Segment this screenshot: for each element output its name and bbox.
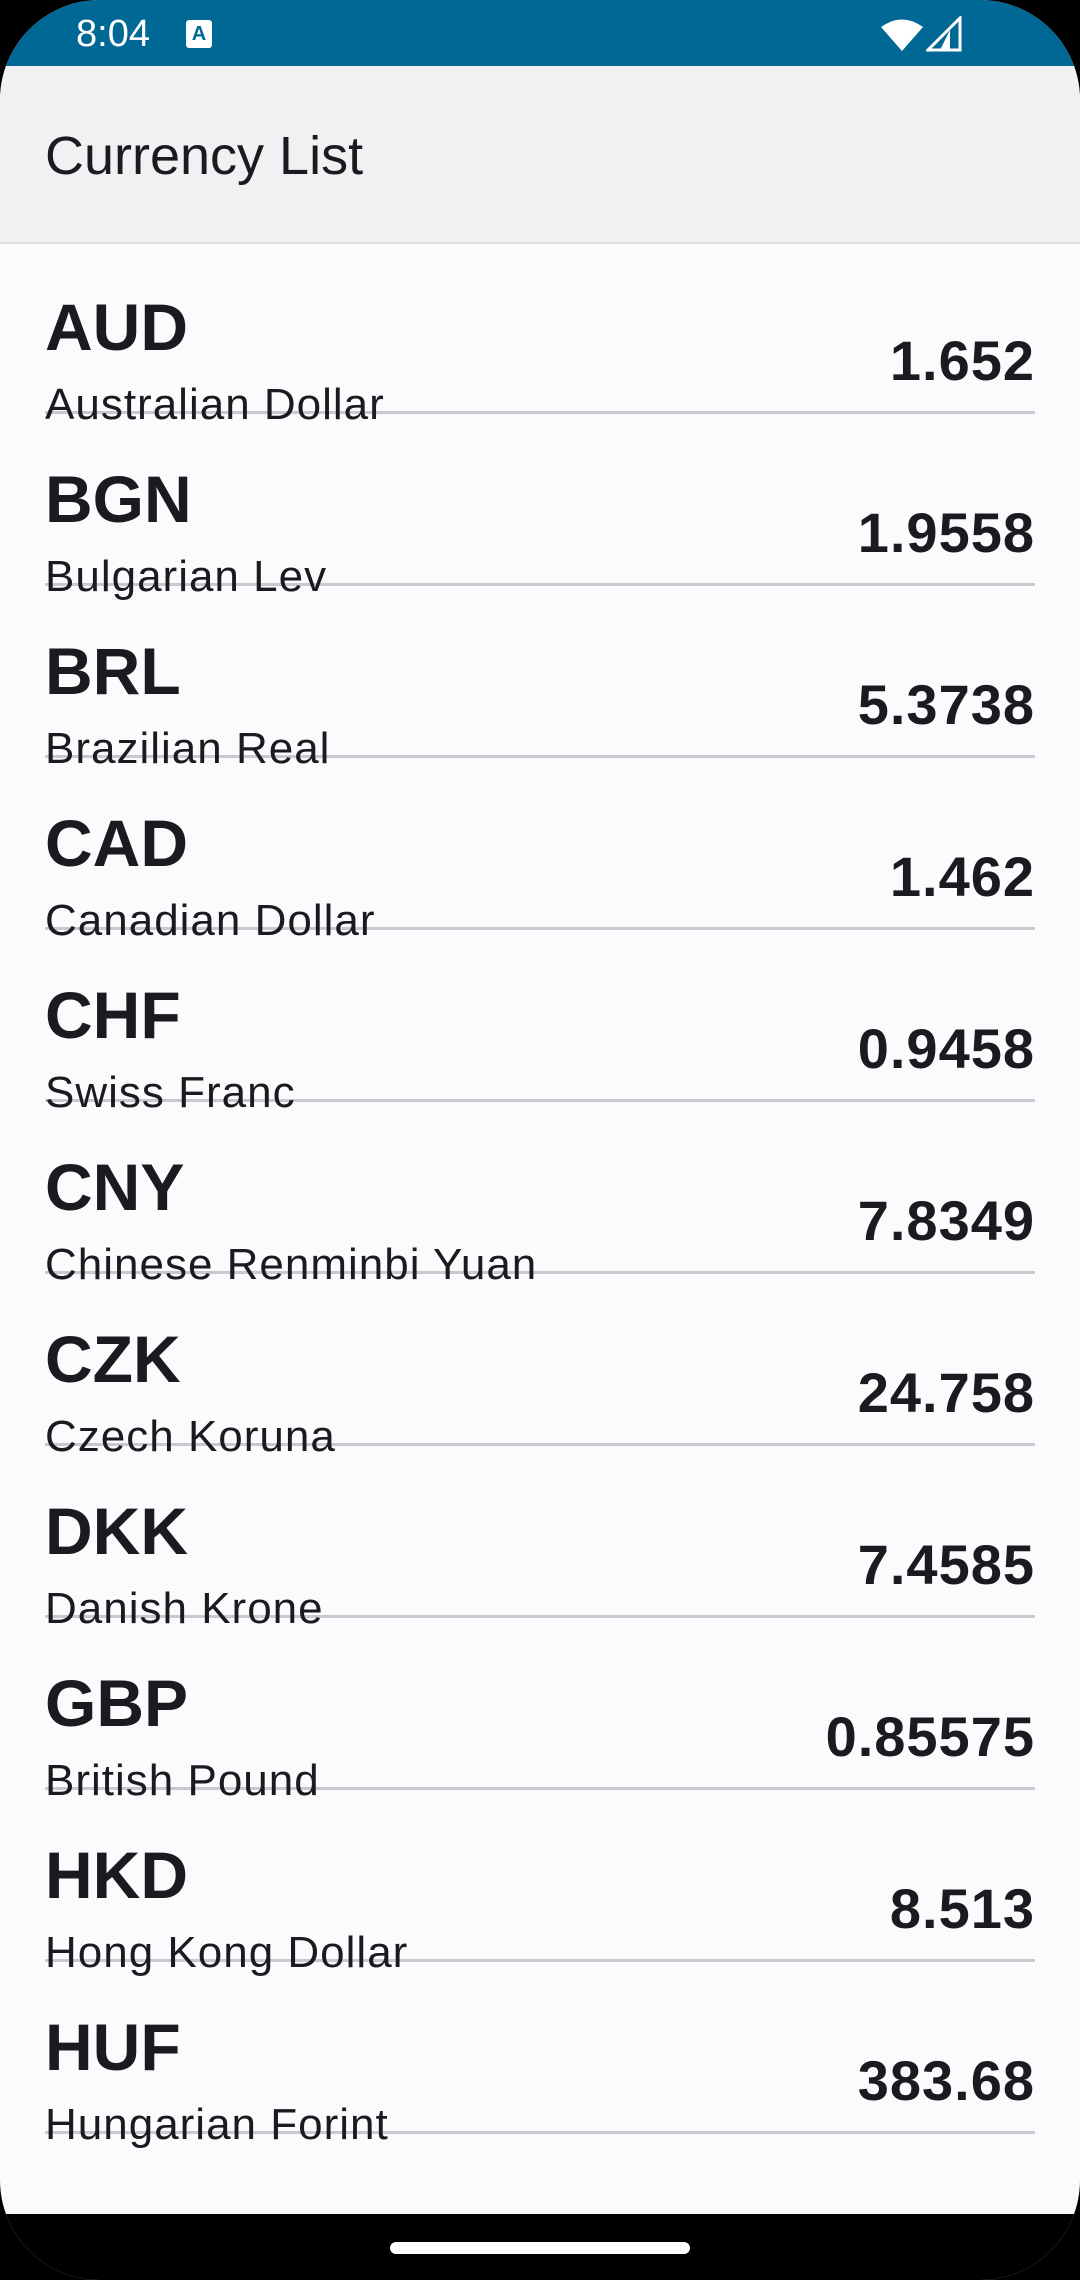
currency-code: GBP [45,1666,189,1740]
currency-rate: 0.85575 [825,1705,1035,1768]
currency-rate: 7.8349 [857,1189,1035,1252]
accessibility-notification-icon: A [186,20,212,48]
currency-row-cad[interactable]: CAD Canadian Dollar 1.462 [45,760,1035,945]
currency-row-dkk[interactable]: DKK Danish Krone 7.4585 [45,1448,1035,1633]
currency-rate: 1.462 [889,845,1035,908]
currency-code: CHF [45,978,181,1052]
currency-rate: 0.9458 [857,1017,1035,1080]
currency-row-huf[interactable]: HUF Hungarian Forint 383.68 [45,1964,1035,2149]
status-bar: 8:04 A [0,0,1080,66]
currency-code: BGN [45,462,192,536]
wifi-icon [881,19,923,51]
currency-rate: 7.4585 [857,1533,1035,1596]
currency-code: HKD [45,1838,188,1912]
currency-code: CNY [45,1150,185,1224]
currency-code: CZK [45,1322,181,1396]
currency-row-brl[interactable]: BRL Brazilian Real 5.3738 [45,588,1035,773]
gesture-navigation-bar [0,2214,1080,2280]
currency-row-bgn[interactable]: BGN Bulgarian Lev 1.9558 [45,416,1035,601]
currency-rate: 24.758 [857,1361,1035,1424]
currency-row-hkd[interactable]: HKD Hong Kong Dollar 8.513 [45,1792,1035,1977]
currency-rate: 5.3738 [857,673,1035,736]
currency-row-czk[interactable]: CZK Czech Koruna 24.758 [45,1276,1035,1461]
page-title: Currency List [45,126,364,186]
currency-code: BRL [45,634,181,708]
currency-row-gbp[interactable]: GBP British Pound 0.85575 [45,1620,1035,1805]
top-app-bar: Currency List [0,66,1080,244]
currency-name: Hungarian Forint [45,2100,389,2149]
home-gesture-handle[interactable] [390,2242,690,2254]
currency-rate: 1.652 [889,329,1035,392]
currency-row-chf[interactable]: CHF Swiss Franc 0.9458 [45,932,1035,1117]
currency-row-cny[interactable]: CNY Chinese Renminbi Yuan 7.8349 [45,1104,1035,1289]
currency-row-aud[interactable]: AUD Australian Dollar 1.652 [45,244,1035,429]
currency-code: HUF [45,2010,181,2084]
cell-signal-icon [926,16,962,52]
currency-rate: 1.9558 [857,501,1035,564]
currency-rate: 383.68 [857,2049,1035,2112]
currency-code: AUD [45,290,188,364]
currency-code: CAD [45,806,188,880]
phone-screen: 8:04 A Currency List AUD Australian Doll… [0,0,1080,2280]
currency-list[interactable]: AUD Australian Dollar 1.652 BGN Bulgaria… [0,244,1080,2214]
currency-rate: 8.513 [889,1877,1035,1940]
currency-code: DKK [45,1494,188,1568]
status-time: 8:04 [76,13,150,55]
